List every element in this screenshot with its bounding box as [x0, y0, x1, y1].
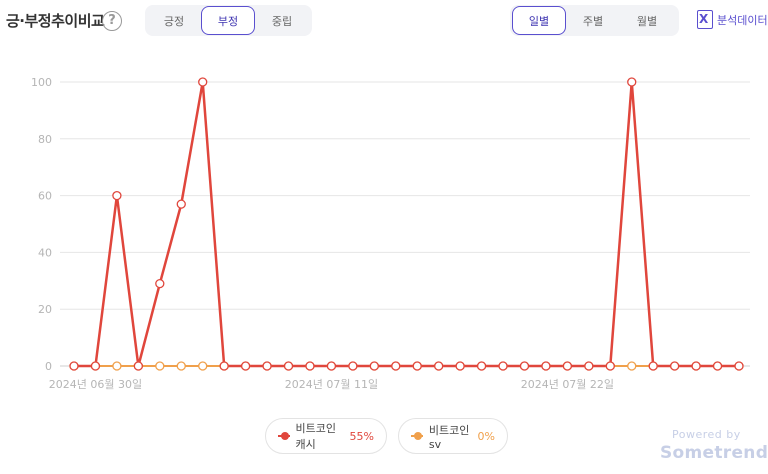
- data-point: [498, 361, 508, 371]
- brand-logo: Sometrend: [660, 443, 768, 463]
- legend-label: 비트코인sv: [428, 423, 470, 451]
- legend-item-series-2[interactable]: 비트코인sv 0%: [398, 418, 508, 454]
- data-point: [691, 361, 701, 371]
- series-line-1: [74, 80, 739, 368]
- data-point: [69, 361, 79, 371]
- data-point: [219, 361, 229, 371]
- data-point: [240, 361, 251, 371]
- data-point: [476, 361, 487, 371]
- data-point: [155, 278, 165, 289]
- legend-percent: 0%: [477, 429, 495, 443]
- data-point: [519, 361, 530, 371]
- data-point: [562, 361, 573, 371]
- data-point: [348, 361, 358, 371]
- y-tick-label: 80: [38, 133, 52, 146]
- data-point: [391, 361, 401, 371]
- data-point: [262, 361, 272, 371]
- data-point: [176, 199, 186, 209]
- data-point: [112, 361, 122, 371]
- y-tick-label: 20: [38, 303, 52, 316]
- y-tick-label: 40: [38, 246, 52, 259]
- powered-by-text: Powered by: [672, 428, 741, 441]
- data-point: [90, 361, 101, 371]
- x-tick-label: 2024년 06월 30일: [49, 377, 142, 391]
- y-tick-label: 100: [31, 76, 52, 89]
- y-tick-label: 0: [45, 360, 52, 373]
- data-point: [669, 361, 680, 371]
- legend-item-series-1[interactable]: 비트코인캐시 55%: [265, 418, 387, 454]
- x-tick-label: 2024년 07월 11일: [285, 377, 378, 391]
- data-point: [734, 361, 744, 371]
- data-point: [133, 361, 144, 371]
- data-point: [369, 361, 379, 371]
- data-point: [648, 361, 658, 371]
- data-point: [627, 77, 637, 87]
- data-point: [198, 361, 208, 371]
- data-point: [326, 361, 337, 371]
- data-point: [412, 361, 422, 371]
- data-point: [176, 361, 186, 371]
- data-point: [155, 361, 165, 371]
- data-point: [434, 361, 444, 371]
- data-point: [455, 361, 465, 371]
- data-point: [198, 77, 208, 87]
- data-point: [112, 190, 122, 201]
- data-point: [283, 361, 294, 371]
- legend-marker-icon: [278, 432, 290, 440]
- legend-marker-icon: [411, 432, 423, 440]
- data-point: [605, 361, 615, 371]
- data-point: [712, 361, 723, 371]
- legend-label: 비트코인캐시: [295, 422, 337, 451]
- data-point: [584, 361, 594, 371]
- legend-percent: 55%: [349, 429, 374, 443]
- line-chart: 0 20 40 60 80 100 2024년 06월 30일 2024년 07월 11일 20…: [31, 76, 750, 391]
- data-point: [541, 361, 551, 371]
- data-point: [627, 361, 637, 371]
- y-tick-label: 60: [38, 190, 52, 203]
- data-point: [305, 361, 315, 371]
- x-tick-label: 2024년 07월 22일: [521, 377, 614, 391]
